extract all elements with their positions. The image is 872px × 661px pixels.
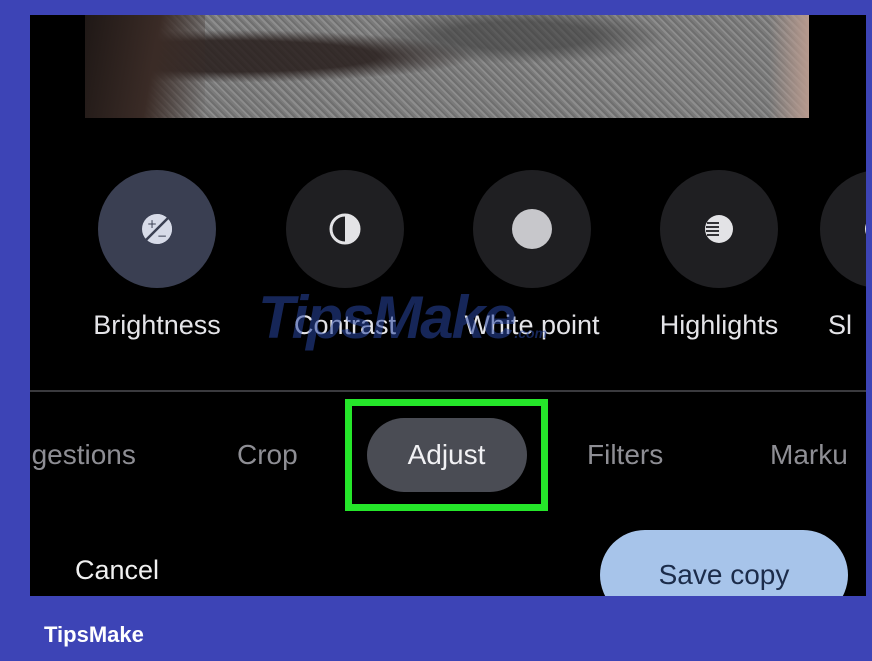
tab-filters[interactable]: Filters [587,412,663,498]
highlights-button[interactable] [660,170,778,288]
brightness-button[interactable]: + − [98,170,216,288]
svg-text:−: − [157,229,167,243]
white-point-button[interactable] [473,170,591,288]
tool-shadows[interactable]: Sl [820,170,866,341]
white-point-icon [512,209,552,249]
tool-label: White point [464,310,600,340]
brightness-icon: + − [142,214,172,244]
tool-contrast[interactable]: Contrast [265,170,425,341]
tab-adjust-highlight: Adjust [345,399,548,511]
contrast-icon [329,213,361,245]
shadows-button[interactable] [820,170,866,288]
tool-label: Sl [828,310,853,340]
tool-brightness[interactable]: + − Brightness [77,170,237,341]
adjust-tools-row: + − Brightness Contrast White point High… [30,170,866,340]
editor-tabs: ggestions Crop Adjust Filters Marku [30,399,866,511]
tool-label: Contrast [293,310,397,340]
contrast-button[interactable] [286,170,404,288]
tab-adjust[interactable]: Adjust [366,418,527,492]
footer-brand: TipsMake [44,622,144,647]
cancel-button[interactable]: Cancel [75,555,159,586]
svg-text:+: + [147,217,157,231]
tab-suggestions[interactable]: ggestions [30,412,136,498]
highlights-icon [705,215,733,243]
shadows-icon [865,223,866,235]
section-divider [30,390,866,392]
tab-crop[interactable]: Crop [237,412,298,498]
photo-skin-region [769,15,809,118]
photo-hair-region [85,15,205,118]
tool-highlights[interactable]: Highlights [639,170,799,341]
tool-white-point[interactable]: White point [452,170,612,341]
tool-label: Brightness [93,310,221,340]
save-copy-button[interactable]: Save copy [600,530,848,596]
photo-preview [85,15,809,118]
tool-label: Highlights [659,310,779,340]
photo-editor-screen: + − Brightness Contrast White point High… [30,15,866,596]
tab-markup[interactable]: Marku [770,412,848,498]
